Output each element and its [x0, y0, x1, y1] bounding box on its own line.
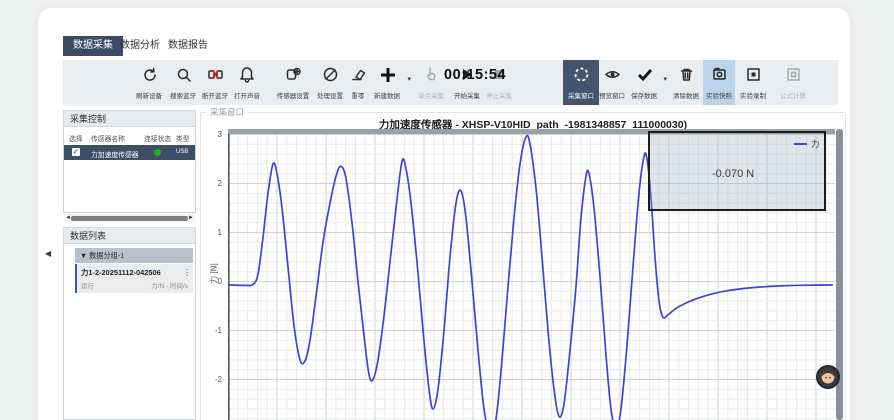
formula-calc-button: 公式计算 [771, 63, 815, 102]
toolbar-item-label: 停止采集 [486, 90, 512, 100]
toolbar-item-label: 新建数据 [374, 90, 400, 100]
check-icon [636, 66, 653, 88]
col-connect-status: 连接状态 [144, 133, 171, 143]
data-list-header: 数据列表 [63, 227, 196, 244]
plus-icon [379, 66, 396, 88]
assistant-avatar-button[interactable] [816, 365, 840, 389]
hscroll-thumb[interactable] [71, 216, 188, 221]
scroll-right-icon[interactable]: ► [188, 214, 194, 222]
y-tick-label: 0 [202, 277, 222, 286]
clear-data-button[interactable]: 清除数据 [665, 63, 707, 102]
toolbar-item-label: 传感器设置 [277, 90, 310, 100]
toolbar-item-label: 搜索蓝牙 [170, 90, 196, 100]
bell-icon [239, 66, 256, 88]
y-tick-label: -1 [202, 326, 222, 335]
toolbar-item-label: 预览窗口 [599, 90, 625, 100]
hand-icon [423, 66, 440, 88]
y-tick-label: 1 [202, 228, 222, 237]
sensor-type: USB [176, 149, 188, 155]
y-tick-label: 3 [202, 130, 222, 139]
sensor-checkbox[interactable]: ✓ [72, 148, 80, 156]
y-tick-label: -2 [202, 375, 222, 384]
legend-label: 力 [811, 138, 820, 150]
col-select: 选择 [69, 133, 83, 143]
eye-icon [604, 66, 621, 88]
trash-icon [678, 66, 695, 88]
avatar-face-icon [820, 369, 836, 385]
compass-icon [322, 66, 339, 88]
snapshot-icon [711, 66, 728, 88]
toolbar-item-label: 实验录制 [740, 90, 766, 100]
legend-line-swatch [794, 143, 807, 145]
kebab-menu-icon[interactable]: ⋮ [183, 268, 191, 277]
dataset-axes: 力/N - 时间/s [151, 280, 188, 290]
col-type: 类型 [176, 133, 190, 143]
sensor-icon [285, 66, 302, 88]
save-data-button[interactable]: 保存数据▾ [623, 63, 665, 102]
experiment-record-button[interactable]: 实验录制 [735, 63, 771, 102]
data-group-header[interactable]: ▼ 数据分组-1 [75, 248, 193, 263]
list-item-dataset[interactable]: 力1-2-20251112-042506 ⋮ 运行 力/N - 时间/s [75, 264, 193, 293]
search-icon [175, 66, 192, 88]
experiment-snapshot-button[interactable]: 实验快照 [703, 60, 735, 105]
dataset-title: 力1-2-20251112-042506 [81, 267, 161, 278]
toolbar-item-label: 断开蓝牙 [202, 90, 228, 100]
dashed-circle-icon [573, 66, 590, 88]
toolbar-item-label: 清除数据 [673, 90, 699, 100]
screen: 数据采集 数据分析 数据报告 刷新设备搜索蓝牙断开蓝牙打开声音传感器设置处理设置… [0, 0, 894, 420]
y-tick-label: 2 [202, 179, 222, 188]
sensor-name: 力加速度传感器 [91, 149, 139, 159]
toolbar-item-label: 公式计算 [780, 90, 806, 100]
cursor-value-tooltip: -0.070 N [712, 168, 754, 180]
sensor-table-hscrollbar[interactable]: ◄ ► [64, 214, 195, 222]
collection-control-header: 采集控制 [63, 110, 196, 127]
eraser-icon [350, 66, 367, 88]
chart-legend: 力 [794, 138, 820, 150]
toolbar-item-label: 处理设置 [317, 90, 343, 100]
open-sound-button[interactable]: 打开声音 [227, 63, 267, 102]
col-sensor-name: 传感器名称 [91, 133, 125, 143]
sidebar-collapse-icon[interactable]: ◀ [45, 249, 51, 258]
refresh-icon [141, 66, 158, 88]
toolbar-item-label: 打开声音 [234, 90, 260, 100]
item-accent-bar [75, 264, 77, 293]
tab-data-report[interactable]: 数据报告 [158, 36, 218, 56]
toolbar-item-label: 保存数据 [631, 90, 657, 100]
toolbar-item-label: 刷新设备 [136, 90, 162, 100]
new-data-button[interactable]: 新建数据▾ [365, 63, 409, 102]
collection-timer: 00:15:54 [444, 67, 504, 83]
status-dot [154, 149, 161, 156]
dataset-status: 运行 [81, 280, 94, 290]
table-row-sensor[interactable]: ✓ 力加速度传感器 USB [64, 145, 195, 160]
toolbar-item-label: 实验快照 [706, 90, 732, 100]
toolbar-item-label: 单点采集 [418, 90, 444, 100]
toolbar-item-label: 重零 [352, 90, 365, 100]
sensor-table: 选择 传感器名称 连接状态 类型 [63, 127, 196, 213]
record-icon [745, 66, 762, 88]
chart-group-label: 采集窗口 [206, 106, 248, 118]
bt-disconnect-icon [207, 66, 224, 88]
toolbar-item-label: 开始采集 [454, 90, 480, 100]
formula-icon [785, 66, 802, 88]
